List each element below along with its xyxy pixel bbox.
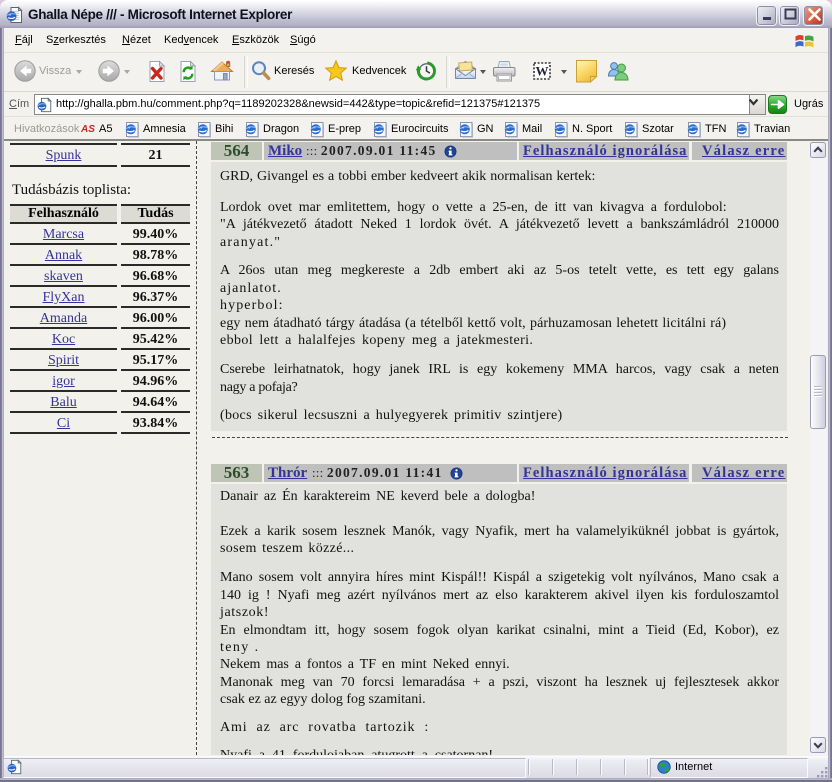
svg-text:W: W [536, 64, 549, 79]
